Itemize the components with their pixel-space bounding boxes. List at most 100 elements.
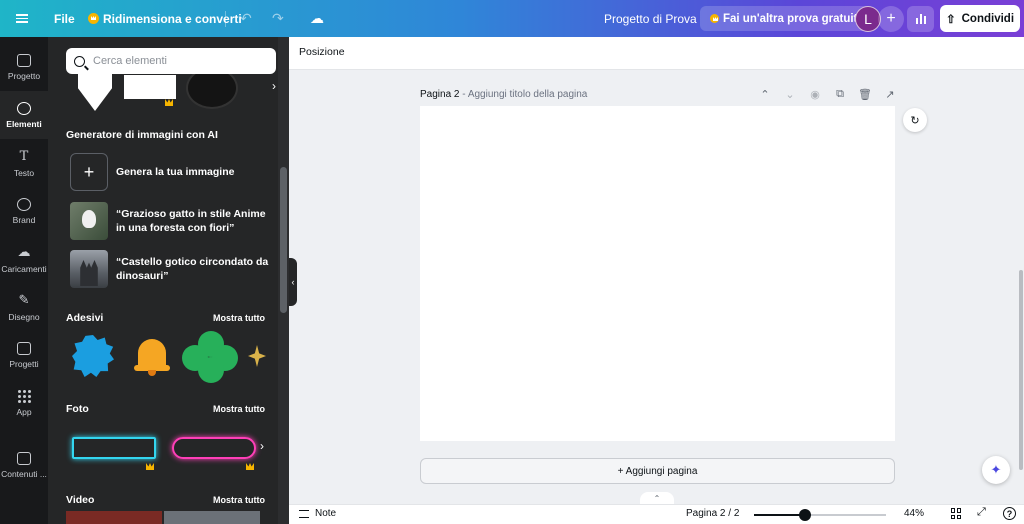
ai-suggestion-castle[interactable]: “Castello gotico circondato da dinosauri… xyxy=(70,249,268,289)
crown-icon xyxy=(165,99,173,106)
top-bar: File Ridimensiona e converti ↶ ↷ ☁ Proge… xyxy=(0,0,1024,37)
artboard[interactable] xyxy=(420,106,895,441)
ai-thumbnail xyxy=(70,202,108,240)
apps-icon xyxy=(17,389,31,403)
ai-item-line: “Grazioso gatto in stile Anime xyxy=(116,208,266,220)
trial-button[interactable]: Fai un'altra prova gratuita xyxy=(700,6,874,31)
sticker-sparkle[interactable] xyxy=(248,345,266,367)
sticker-bell[interactable] xyxy=(132,335,172,377)
chevron-up-icon[interactable]: ⌃ xyxy=(758,88,772,101)
rail-item-elements[interactable]: Elementi xyxy=(0,91,48,139)
rectangle-shape[interactable] xyxy=(124,75,176,99)
ai-suggestion-cat[interactable]: “Grazioso gatto in stile Anime in una fo… xyxy=(70,201,266,241)
page-header[interactable]: Pagina 2 - Aggiungi titolo della pagina xyxy=(420,89,587,100)
stickers-title: Adesivi xyxy=(66,312,104,324)
video-thumbnail[interactable] xyxy=(164,511,260,524)
videos-title: Video xyxy=(66,494,95,506)
videos-show-all[interactable]: Mostra tutto xyxy=(213,495,265,505)
photo-neon-rounded[interactable] xyxy=(172,437,256,459)
resize-label: Ridimensiona e converti xyxy=(103,11,242,26)
notes-label: Note xyxy=(315,508,337,519)
ai-item-line: “Castello gotico circondato da xyxy=(116,256,269,268)
chevron-up-icon[interactable]: ⌃ xyxy=(640,492,674,504)
insights-button[interactable] xyxy=(907,6,934,32)
add-page-button[interactable]: + Aggiungi pagina xyxy=(420,458,895,484)
search-bar[interactable] xyxy=(66,48,276,74)
photos-title: Foto xyxy=(66,403,89,415)
position-button[interactable]: Posizione xyxy=(299,46,345,58)
video-thumbnail[interactable] xyxy=(66,511,162,524)
left-rail: Progetto Elementi T Testo Brand ☁ Carica… xyxy=(0,37,48,524)
sticker-clover[interactable] xyxy=(182,331,240,385)
generate-image-button[interactable]: + Genera la tua immagine xyxy=(70,152,234,192)
grid-view-icon[interactable] xyxy=(951,508,962,519)
photos-show-all[interactable]: Mostra tutto xyxy=(213,404,265,414)
chevron-down-icon[interactable]: ⌄ xyxy=(783,88,797,101)
rail-item-apps[interactable]: App xyxy=(0,379,48,427)
zoom-level[interactable]: 44% xyxy=(904,508,924,519)
canvas-scrollbar[interactable] xyxy=(1019,270,1023,470)
page-title-input[interactable]: Aggiungi titolo della pagina xyxy=(468,89,588,100)
rail-label: Contenuti ... xyxy=(1,468,47,479)
add-page-icon[interactable]: ↗ xyxy=(883,88,897,101)
hide-icon[interactable]: ◉ xyxy=(808,88,822,101)
rail-item-draw[interactable]: ✎ Disegno xyxy=(0,283,48,331)
ai-item-line: in una foresta con fiori” xyxy=(116,222,235,234)
rail-item-uploads[interactable]: ☁ Caricamenti xyxy=(0,235,48,283)
undo-icon[interactable]: ↶ xyxy=(240,0,252,37)
search-input[interactable] xyxy=(93,55,263,67)
page-indicator[interactable]: Pagina 2 / 2 xyxy=(686,508,739,519)
rail-item-text[interactable]: T Testo xyxy=(0,139,48,187)
elements-panel: › Generatore di immagini con AI + Genera… xyxy=(48,37,289,524)
menu-icon[interactable] xyxy=(16,0,32,37)
cloud-sync-icon[interactable]: ☁ xyxy=(310,0,324,37)
crown-icon xyxy=(246,463,254,470)
ai-item-label: Genera la tua immagine xyxy=(116,166,235,178)
duplicate-icon[interactable]: ⧉ xyxy=(833,88,847,101)
chevron-right-icon[interactable]: › xyxy=(260,439,274,455)
sticker-badge[interactable] xyxy=(72,335,114,377)
share-button[interactable]: ⇧ Condividi xyxy=(940,5,1020,32)
rail-item-project[interactable]: Progetto xyxy=(0,43,48,91)
rail-item-projects[interactable]: Progetti xyxy=(0,331,48,379)
notes-button[interactable]: Note xyxy=(299,508,336,519)
ai-section-title: Generatore di immagini con AI xyxy=(66,129,218,141)
ai-item-line: dinosauri” xyxy=(116,270,169,282)
ai-item-label: “Grazioso gatto in stile Anime in una fo… xyxy=(116,207,266,235)
project-title[interactable]: Progetto di Prova xyxy=(604,0,697,37)
folder-icon xyxy=(17,341,31,355)
context-toolbar: Posizione xyxy=(289,37,1024,70)
magic-assistant-icon[interactable]: ✦ xyxy=(982,456,1010,484)
zoom-slider-fill xyxy=(754,514,806,516)
add-comment-icon[interactable]: ↻ xyxy=(903,108,927,132)
rail-item-magic-media[interactable]: Contenuti ... xyxy=(0,441,48,489)
fullscreen-icon[interactable]: ⤢ xyxy=(977,506,986,519)
page-tools: ⌃ ⌄ ◉ ⧉ 🗑 ↗ xyxy=(758,88,897,101)
resize-button[interactable]: Ridimensiona e converti xyxy=(88,0,242,37)
video-thumbnails xyxy=(66,511,266,524)
rail-label: Progetto xyxy=(7,70,41,81)
panel-scroll-thumb[interactable] xyxy=(280,167,287,313)
help-icon[interactable]: ? xyxy=(1003,507,1016,520)
location-pin-shape[interactable] xyxy=(78,73,112,111)
rail-label: Caricamenti xyxy=(1,264,47,274)
plus-icon: + xyxy=(70,153,108,191)
photo-neon-rectangle[interactable] xyxy=(72,437,156,459)
draw-icon: ✎ xyxy=(18,292,30,307)
redo-icon[interactable]: ↷ xyxy=(272,0,284,37)
file-menu[interactable]: File xyxy=(54,0,75,37)
rail-label: Brand xyxy=(12,214,36,225)
rail-item-brand[interactable]: Brand xyxy=(0,187,48,235)
rail-label: Progetti xyxy=(9,358,39,369)
trash-icon[interactable]: 🗑 xyxy=(858,88,872,101)
ai-item-label: “Castello gotico circondato da dinosauri… xyxy=(116,255,268,283)
crown-icon xyxy=(146,463,154,470)
elements-icon xyxy=(17,101,31,115)
add-collaborator-button[interactable]: + xyxy=(878,6,904,32)
ai-thumbnail xyxy=(70,250,108,288)
trial-label: Fai un'altra prova gratuita xyxy=(723,12,864,25)
rail-label: Testo xyxy=(13,167,35,178)
stickers-show-all[interactable]: Mostra tutto xyxy=(213,313,265,323)
collapse-panel-button[interactable]: ‹ xyxy=(289,258,297,306)
rail-label: App xyxy=(16,406,32,417)
